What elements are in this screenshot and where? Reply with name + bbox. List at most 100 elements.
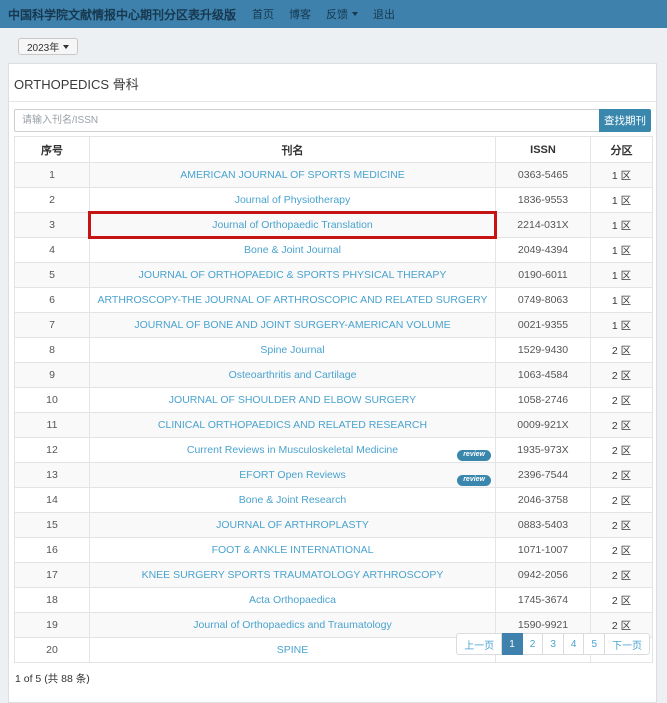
journal-name-cell: CLINICAL ORTHOPAEDICS AND RELATED RESEAR… (90, 413, 496, 438)
row-index-cell: 19 (15, 613, 90, 638)
table-row: 5JOURNAL OF ORTHOPAEDIC & SPORTS PHYSICA… (15, 263, 653, 288)
row-index-cell: 7 (15, 313, 90, 338)
journal-name-link[interactable]: JOURNAL OF SHOULDER AND ELBOW SURGERY (169, 394, 416, 406)
journal-name-link[interactable]: ARTHROSCOPY-THE JOURNAL OF ARTHROSCOPIC … (98, 294, 488, 306)
journal-name-cell: EFORT Open Reviews review (90, 463, 496, 488)
zone-cell: 1 区 (591, 313, 653, 338)
table-row: 17 KNEE SURGERY SPORTS TRAUMATOLOGY ARTHR… (15, 563, 653, 588)
journal-name-link[interactable]: FOOT & ANKLE INTERNATIONAL (212, 544, 374, 556)
table-row: 11CLINICAL ORTHOPAEDICS AND RELATED RESE… (15, 413, 653, 438)
review-badge: review (457, 475, 491, 486)
row-index-cell: 17 (15, 563, 90, 588)
issn-cell: 0009-921X (496, 413, 591, 438)
journal-name-link[interactable]: Bone & Joint Journal (244, 244, 341, 256)
table-row: 10 JOURNAL OF SHOULDER AND ELBOW SURGERY 1… (15, 388, 653, 413)
journal-name-link[interactable]: JOURNAL OF ARTHROPLASTY (216, 519, 369, 531)
journal-name-link[interactable]: KNEE SURGERY SPORTS TRAUMATOLOGY ARTHROS… (142, 569, 444, 581)
row-index-cell: 13 (15, 463, 90, 488)
nav-item-logout[interactable]: 退出 (373, 6, 395, 22)
issn-cell: 1063-4584 (496, 363, 591, 388)
journal-name-link[interactable]: Journal of Physiotherapy (235, 194, 351, 206)
table-row: 7 JOURNAL OF BONE AND JOINT SURGERY-AMERI… (15, 313, 653, 338)
zone-cell: 1 区 (591, 163, 653, 188)
issn-cell: 1058-2746 (496, 388, 591, 413)
journal-name-cell: AMERICAN JOURNAL OF SPORTS MEDICINE (90, 163, 496, 188)
journal-name-cell: Osteoarthritis and Cartilage (90, 363, 496, 388)
journal-name-cell: Acta Orthopaedica (90, 588, 496, 613)
table-row: 16FOOT & ANKLE INTERNATIONAL1071-10072 区 (15, 538, 653, 563)
journal-name-cell: Journal of Physiotherapy (90, 188, 496, 213)
journal-name-cell: SPINE (90, 638, 496, 663)
journal-name-link[interactable]: Journal of Orthopaedic Translation (212, 219, 373, 231)
table-header: 序号刊名ISSN分区 (15, 137, 653, 163)
pagination-button-2[interactable]: 2 (523, 633, 544, 655)
row-index-cell: 18 (15, 588, 90, 613)
issn-cell: 2046-3758 (496, 488, 591, 513)
journal-name-link[interactable]: JOURNAL OF ORTHOPAEDIC & SPORTS PHYSICAL… (139, 269, 447, 281)
nav-item-blog[interactable]: 博客 (289, 6, 311, 22)
column-header-0: 序号 (15, 137, 90, 163)
issn-cell: 1745-3674 (496, 588, 591, 613)
table-row: 4Bone & Joint Journal2049-43941 区 (15, 238, 653, 263)
pagination-button-3[interactable]: 3 (543, 633, 564, 655)
journal-name-link[interactable]: Spine Journal (260, 344, 324, 356)
issn-cell: 0942-2056 (496, 563, 591, 588)
review-badge: review (457, 450, 491, 461)
journal-name-link[interactable]: Bone & Joint Research (239, 494, 346, 506)
search-button[interactable]: 查找期刊 (599, 109, 651, 132)
journal-name-cell: JOURNAL OF ARTHROPLASTY (90, 513, 496, 538)
journal-name-link[interactable]: SPINE (277, 644, 309, 656)
table-row: 8Spine Journal1529-94302 区 (15, 338, 653, 363)
journal-name-cell: Journal of Orthopaedics and Traumatology (90, 613, 496, 638)
journal-name-link[interactable]: JOURNAL OF BONE AND JOINT SURGERY-AMERIC… (134, 319, 450, 331)
journal-name-link[interactable]: Journal of Orthopaedics and Traumatology (193, 619, 391, 631)
category-title: ORTHOPEDICS 骨科 (9, 64, 656, 102)
table-row: 15JOURNAL OF ARTHROPLASTY0883-54032 区 (15, 513, 653, 538)
row-index-cell: 10 (15, 388, 90, 413)
pagination-button-4[interactable]: 4 (564, 633, 585, 655)
journal-name-link[interactable]: EFORT Open Reviews (239, 469, 345, 481)
category-panel: ORTHOPEDICS 骨科 查找期刊 序号刊名ISSN分区 1 AMERICAN… (8, 63, 657, 703)
pagination-button-下一页[interactable]: 下一页 (605, 633, 650, 655)
journal-name-cell: ARTHROSCOPY-THE JOURNAL OF ARTHROSCOPIC … (90, 288, 496, 313)
zone-cell: 1 区 (591, 213, 653, 238)
table-row: 2Journal of Physiotherapy1836-95531 区 (15, 188, 653, 213)
nav-item-home[interactable]: 首页 (252, 6, 274, 22)
brand-title[interactable]: 中国科学院文献情报中心期刊分区表升级版 (8, 6, 236, 23)
journal-name-link[interactable]: Acta Orthopaedica (249, 594, 336, 606)
row-index-cell: 1 (15, 163, 90, 188)
journal-name-link[interactable]: AMERICAN JOURNAL OF SPORTS MEDICINE (180, 169, 405, 181)
journal-name-cell: Spine Journal (90, 338, 496, 363)
zone-cell: 2 区 (591, 438, 653, 463)
journal-name-cell: Journal of Orthopaedic Translation (90, 213, 496, 238)
row-index-cell: 6 (15, 288, 90, 313)
journal-name-cell: Bone & Joint Journal (90, 238, 496, 263)
row-index-cell: 15 (15, 513, 90, 538)
nav-item-feedback[interactable]: 反馈 (326, 6, 358, 22)
year-dropdown-button[interactable]: 2023年 (18, 38, 78, 55)
zone-cell: 2 区 (591, 338, 653, 363)
zone-cell: 2 区 (591, 363, 653, 388)
row-index-cell: 20 (15, 638, 90, 663)
zone-cell: 2 区 (591, 488, 653, 513)
journal-name-link[interactable]: CLINICAL ORTHOPAEDICS AND RELATED RESEAR… (158, 419, 427, 431)
search-input[interactable] (14, 109, 599, 132)
pagination-button-1[interactable]: 1 (502, 633, 523, 655)
row-index-cell: 9 (15, 363, 90, 388)
journal-name-cell: JOURNAL OF BONE AND JOINT SURGERY-AMERIC… (90, 313, 496, 338)
table-row: 6 ARTHROSCOPY-THE JOURNAL OF ARTHROSCOPIC… (15, 288, 653, 313)
navbar: 中国科学院文献情报中心期刊分区表升级版 首页博客反馈退出 (0, 0, 667, 28)
issn-cell: 0749-8063 (496, 288, 591, 313)
journal-name-link[interactable]: Current Reviews in Musculoskeletal Medic… (187, 444, 398, 456)
column-header-2: ISSN (496, 137, 591, 163)
pagination-button-5[interactable]: 5 (584, 633, 605, 655)
zone-cell: 2 区 (591, 563, 653, 588)
zone-cell: 2 区 (591, 463, 653, 488)
pagination-button-上一页[interactable]: 上一页 (456, 633, 502, 655)
journal-name-link[interactable]: Osteoarthritis and Cartilage (229, 369, 357, 381)
zone-cell: 1 区 (591, 263, 653, 288)
table-row: 18Acta Orthopaedica1745-36742 区 (15, 588, 653, 613)
issn-cell: 2049-4394 (496, 238, 591, 263)
journal-table: 序号刊名ISSN分区 1 AMERICAN JOURNAL OF SPORTS M… (14, 136, 653, 663)
table-row: 3Journal of Orthopaedic Translation2214-… (15, 213, 653, 238)
